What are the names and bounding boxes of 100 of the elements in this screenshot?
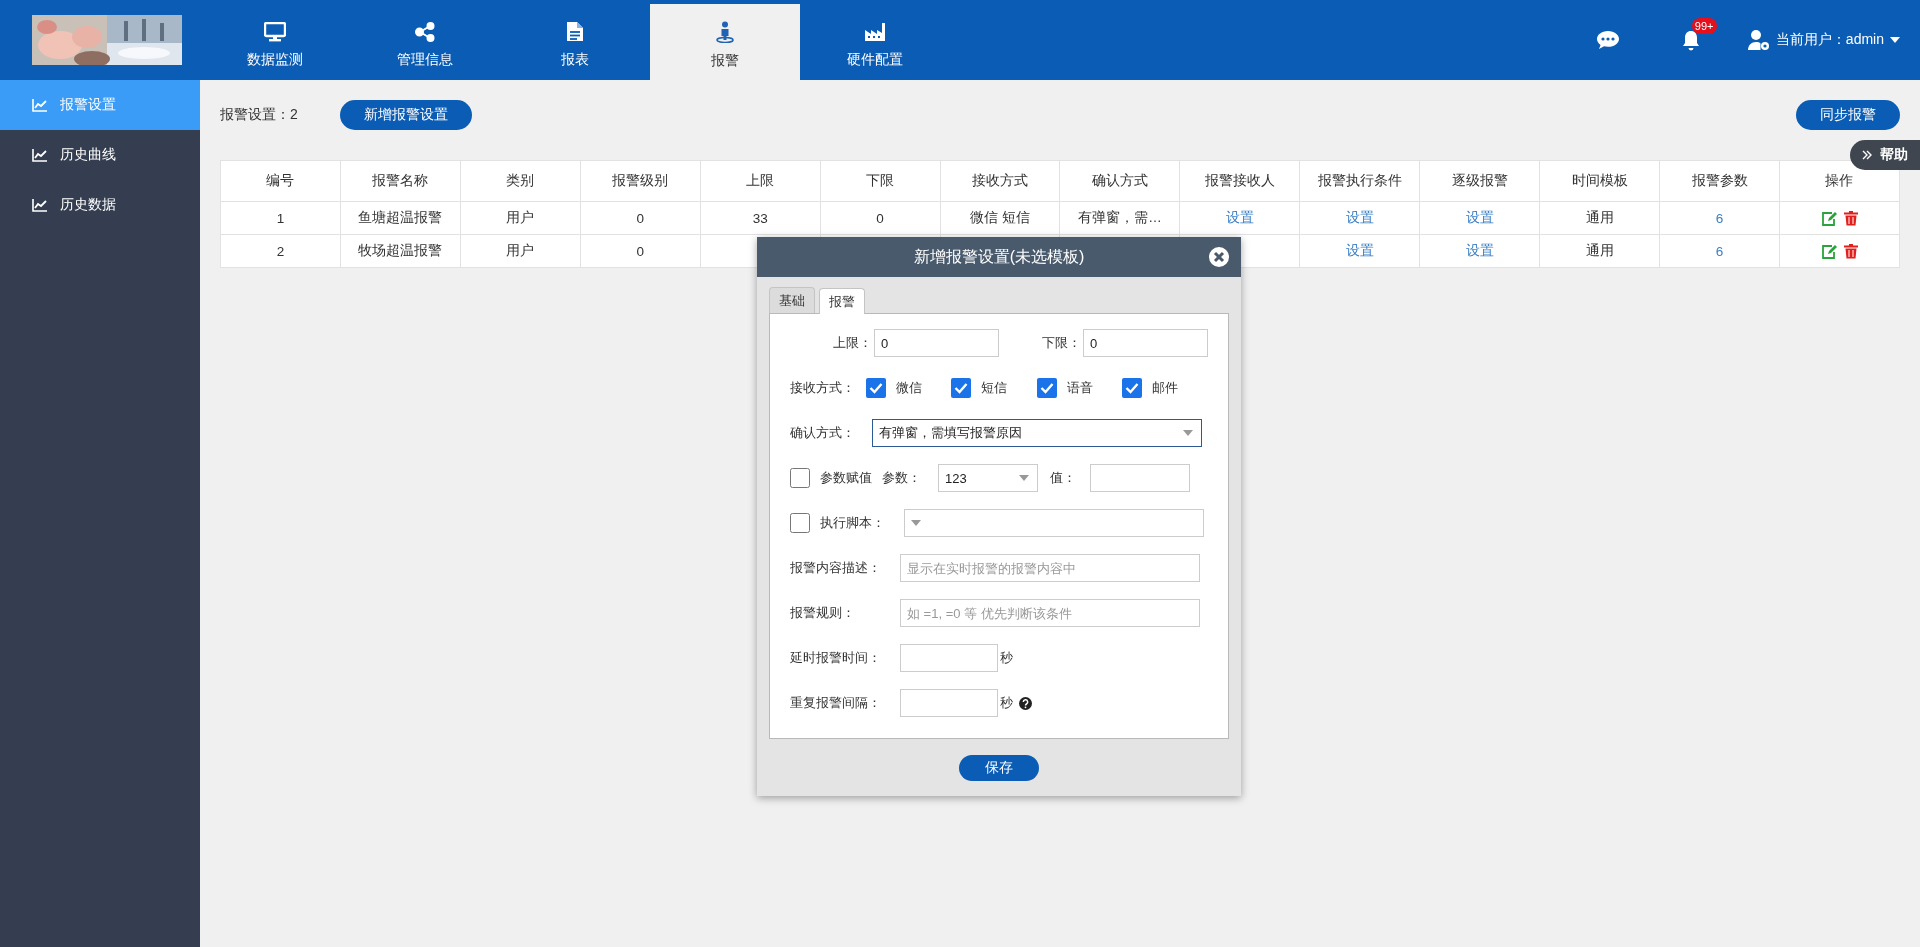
table-link[interactable]: 设置 bbox=[1225, 210, 1254, 225]
table-cell: 1 bbox=[220, 201, 341, 235]
user-settings-icon[interactable] bbox=[1747, 29, 1770, 51]
column-header: 报警接收人 bbox=[1179, 160, 1300, 202]
column-header: 报警执行条件 bbox=[1299, 160, 1420, 202]
column-header: 下限 bbox=[820, 160, 941, 202]
share-icon bbox=[415, 21, 435, 42]
checkbox-label: 语音 bbox=[1066, 379, 1093, 397]
caret-icon bbox=[1183, 430, 1193, 436]
help-tab[interactable]: 帮助 bbox=[1850, 140, 1920, 170]
line-chart-icon bbox=[32, 198, 48, 212]
table-cell: 用户 bbox=[460, 234, 581, 268]
sidebar-item[interactable]: 历史曲线 bbox=[0, 130, 200, 180]
dialog-title: 新增报警设置(未选模板) bbox=[913, 246, 1085, 267]
input-field[interactable]: 如 =1, =0 等 优先判断该条件 bbox=[900, 599, 1200, 627]
table-link[interactable]: 设置 bbox=[1345, 210, 1374, 225]
trash-icon[interactable] bbox=[1844, 210, 1858, 226]
dropdown[interactable]: 有弹窗，需填写报警原因 bbox=[872, 419, 1202, 447]
caret-icon bbox=[1890, 37, 1900, 43]
sidebar-item[interactable]: 历史数据 bbox=[0, 180, 200, 230]
checkbox[interactable] bbox=[951, 378, 972, 398]
column-header: 接收方式 bbox=[940, 160, 1060, 202]
field-label: 值： bbox=[1050, 469, 1077, 487]
checkbox[interactable] bbox=[1122, 378, 1143, 398]
nav-tab[interactable]: 管理信息 bbox=[350, 4, 500, 80]
checkbox-label: 微信 bbox=[895, 379, 922, 397]
column-header: 报警级别 bbox=[580, 160, 701, 202]
input-field[interactable]: 0 bbox=[874, 329, 999, 357]
table-link[interactable]: 设置 bbox=[1465, 210, 1494, 225]
nav-tab[interactable]: 报表 bbox=[500, 4, 650, 80]
table-link[interactable]: 6 bbox=[1715, 210, 1724, 226]
field-label: 上限： bbox=[832, 334, 873, 352]
trash-icon[interactable] bbox=[1844, 243, 1858, 259]
table-cell: 33 bbox=[700, 201, 821, 235]
table-cell: 鱼塘超温报警 bbox=[340, 201, 461, 235]
column-header: 逐级报警 bbox=[1419, 160, 1540, 202]
table-link[interactable]: 设置 bbox=[1465, 243, 1494, 258]
checkbox-label: 邮件 bbox=[1152, 379, 1179, 397]
input-field[interactable]: 显示在实时报警的报警内容中 bbox=[900, 554, 1200, 582]
help-icon[interactable] bbox=[1019, 696, 1032, 710]
table-cell: 牧场超温报警 bbox=[340, 234, 461, 268]
field-label: 报警规则： bbox=[790, 604, 856, 622]
alarm-count-label: 报警设置：2 bbox=[220, 106, 298, 124]
table-link[interactable]: 设置 bbox=[1345, 243, 1374, 258]
chat-icon[interactable] bbox=[1595, 30, 1620, 50]
table-link[interactable]: 6 bbox=[1715, 243, 1724, 259]
factory-icon bbox=[864, 21, 886, 42]
dialog-tab[interactable]: 报警 bbox=[819, 288, 865, 314]
input-field[interactable] bbox=[1090, 464, 1190, 492]
table-cell: 0 bbox=[580, 234, 701, 268]
line-chart-icon bbox=[32, 98, 48, 112]
unit-label: 秒 bbox=[1000, 694, 1013, 712]
input-field[interactable] bbox=[900, 689, 998, 717]
table-cell: 微信 短信 bbox=[940, 201, 1060, 235]
checkbox-label: 参数赋值 bbox=[820, 469, 873, 487]
column-header: 确认方式 bbox=[1059, 160, 1180, 202]
column-header: 编号 bbox=[220, 160, 341, 202]
bell-icon[interactable] bbox=[1681, 29, 1700, 51]
input-field[interactable]: 0 bbox=[1083, 329, 1208, 357]
nav-tab[interactable]: 数据监测 bbox=[200, 4, 350, 80]
table-cell: 用户 bbox=[460, 201, 581, 235]
checkbox[interactable] bbox=[790, 513, 810, 533]
field-label: 重复报警间隔： bbox=[790, 694, 882, 712]
edit-icon[interactable] bbox=[1821, 210, 1837, 226]
notification-badge: 99+ bbox=[1691, 17, 1717, 34]
column-header: 时间模板 bbox=[1539, 160, 1660, 202]
table-cell: 通用 bbox=[1539, 201, 1660, 235]
checkbox[interactable] bbox=[790, 468, 810, 488]
dialog-tab[interactable]: 基础 bbox=[769, 287, 815, 313]
person-pin-icon bbox=[715, 20, 735, 43]
caret-icon bbox=[1019, 475, 1029, 481]
field-label: 报警内容描述： bbox=[790, 559, 882, 577]
caret-icon bbox=[911, 520, 921, 526]
table-cell: 0 bbox=[580, 201, 701, 235]
unit-label: 秒 bbox=[1000, 649, 1013, 667]
document-icon bbox=[566, 21, 584, 42]
dropdown[interactable]: 123 bbox=[938, 464, 1038, 492]
close-icon[interactable] bbox=[1209, 247, 1229, 267]
checkbox[interactable] bbox=[865, 378, 886, 398]
user-label[interactable]: 当前用户：admin bbox=[1775, 31, 1884, 49]
table-cell: 有弹窗，需… bbox=[1059, 201, 1180, 235]
table-cell: 2 bbox=[220, 234, 341, 268]
save-button[interactable]: 保存 bbox=[959, 754, 1039, 781]
table-cell: 通用 bbox=[1539, 234, 1660, 268]
field-label: 下限： bbox=[1041, 334, 1082, 352]
monitor-icon bbox=[264, 21, 286, 42]
field-label: 确认方式： bbox=[790, 424, 856, 442]
column-header: 类别 bbox=[460, 160, 581, 202]
sync-alarm-button[interactable]: 同步报警 bbox=[1796, 100, 1900, 130]
checkbox[interactable] bbox=[1036, 378, 1057, 398]
nav-tab[interactable]: 硬件配置 bbox=[800, 4, 950, 80]
input-field[interactable] bbox=[900, 644, 998, 672]
nav-tab[interactable]: 报警 bbox=[650, 4, 800, 80]
add-alarm-button[interactable]: 新增报警设置 bbox=[339, 100, 472, 130]
column-header: 报警参数 bbox=[1659, 160, 1780, 202]
double-chevron-icon bbox=[1862, 150, 1872, 160]
field-label: 接收方式： bbox=[790, 379, 856, 397]
column-header: 报警名称 bbox=[340, 160, 461, 202]
table-cell: 0 bbox=[820, 201, 941, 235]
edit-icon[interactable] bbox=[1821, 243, 1837, 259]
